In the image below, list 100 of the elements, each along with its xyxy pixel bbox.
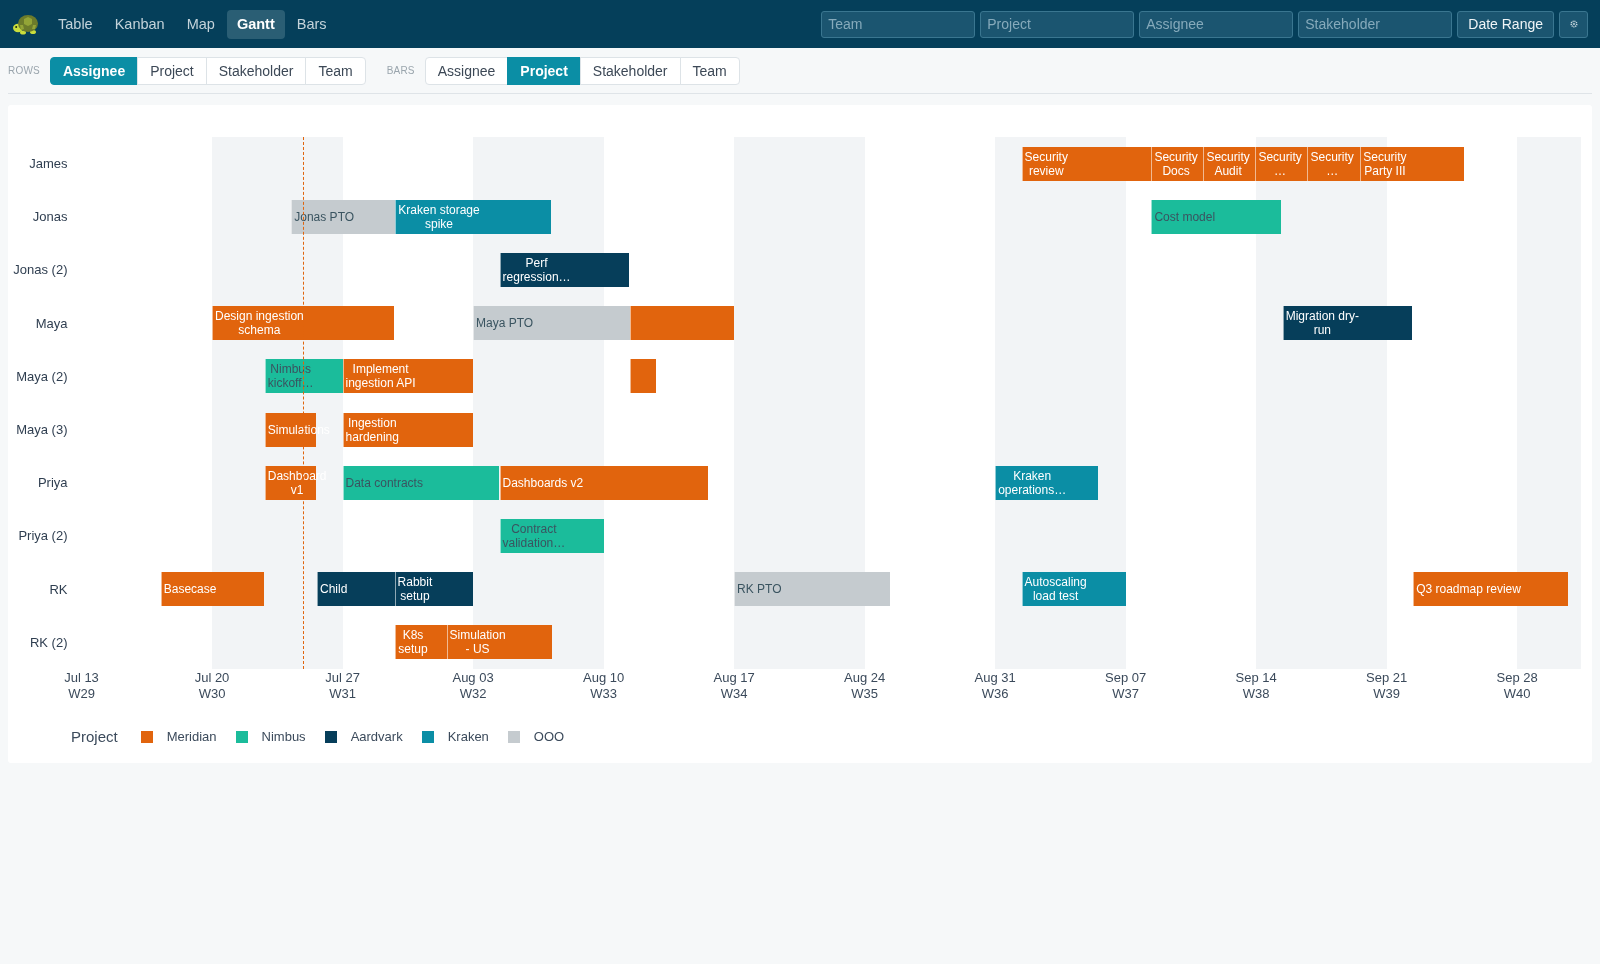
task-label: Security Docs: [1154, 149, 1198, 178]
axis-week-label: W30: [198, 685, 226, 702]
axis-week-label: W34: [720, 685, 748, 702]
settings-button[interactable]: [1559, 10, 1588, 38]
filter-input[interactable]: Stakeholder: [1298, 10, 1453, 38]
task-bar[interactable]: Child: [317, 572, 395, 607]
nav-tab[interactable]: Gantt: [226, 9, 285, 39]
segment-button[interactable]: Team: [679, 56, 740, 85]
task-label: Security Audit: [1206, 149, 1250, 178]
task-bar[interactable]: Cost model: [1151, 199, 1281, 234]
legend-label: Meridian: [166, 729, 217, 745]
axis-week-label: W39: [1373, 685, 1401, 702]
axis-week-label: W29: [68, 685, 95, 702]
task-bar[interactable]: Security Audit: [1203, 146, 1256, 181]
axis-date-label: Sep 28: [1496, 669, 1538, 686]
task-bar[interactable]: Migration dry- run: [1282, 306, 1413, 341]
task-bar[interactable]: Security review: [1021, 146, 1152, 181]
row-label: Jonas (2): [13, 262, 68, 278]
segment-button[interactable]: Project: [507, 56, 581, 85]
date-range-button[interactable]: Date Range: [1457, 10, 1554, 38]
axis-date-label: Sep 14: [1235, 669, 1277, 686]
segment-button[interactable]: Team: [305, 56, 366, 85]
task-label: Q3 roadmap review: [1416, 582, 1521, 597]
task-bar[interactable]: RK PTO: [734, 572, 891, 607]
axis-week-label: W40: [1503, 685, 1531, 702]
filter-input[interactable]: Assignee: [1139, 10, 1294, 38]
gear-icon: [1569, 20, 1578, 28]
task-bar[interactable]: Basecase: [160, 572, 265, 607]
row-label: Priya: [37, 475, 68, 491]
task-label: Nimbus kickoff…: [267, 362, 314, 391]
task-bar[interactable]: Simulation - US: [446, 625, 552, 660]
nav-tab[interactable]: Table: [48, 9, 103, 39]
task-bar[interactable]: Ingestion hardening: [342, 412, 474, 447]
axis-date-label: Aug 17: [713, 669, 755, 686]
segment-button[interactable]: Assignee: [49, 56, 139, 85]
nav-tab[interactable]: Bars: [286, 9, 337, 39]
row-label: James: [29, 156, 68, 172]
task-bar[interactable]: K8s setup: [395, 625, 447, 660]
task-bar[interactable]: Design ingestion schema: [212, 306, 394, 341]
task-bar[interactable]: Implement ingestion API: [342, 359, 474, 394]
task-bar[interactable]: Security Docs: [1151, 146, 1204, 181]
task-label: K8s setup: [398, 628, 428, 657]
task-label: Implement ingestion API: [345, 362, 416, 391]
task-label: Maya PTO: [476, 316, 534, 331]
task-bar[interactable]: Dashboards v2: [499, 465, 708, 500]
filter-input[interactable]: Team: [821, 10, 976, 38]
axis-date-label: Sep 21: [1366, 669, 1408, 686]
task-bar[interactable]: Jonas PTO: [291, 199, 396, 234]
row-label: Jonas: [32, 209, 68, 225]
task-bar[interactable]: Contract validation…: [499, 518, 604, 553]
task-bar[interactable]: [630, 306, 735, 341]
task-bar[interactable]: Security …: [1307, 146, 1361, 181]
task-label: Perf regression…: [502, 255, 571, 284]
task-bar[interactable]: [630, 359, 656, 394]
task-bar[interactable]: Autoscaling load test: [1021, 572, 1126, 607]
task-bar[interactable]: Rabbit setup: [394, 572, 474, 607]
task-bar[interactable]: Nimbus kickoff…: [264, 359, 343, 394]
task-label: Kraken operations…: [998, 468, 1067, 497]
axis-date-label: Sep 07: [1105, 669, 1147, 686]
axis-date-label: Aug 31: [974, 669, 1016, 686]
task-label: Ingestion hardening: [345, 415, 399, 444]
task-label: Simulation - US: [449, 628, 506, 657]
task-bar[interactable]: Data contracts: [342, 465, 499, 500]
task-label: Rabbit setup: [397, 575, 433, 604]
task-label: Migration dry- run: [1285, 309, 1359, 338]
nav-tab[interactable]: Kanban: [104, 9, 175, 39]
task-label: Security Party III: [1363, 149, 1407, 178]
row-label: Maya (2): [16, 368, 68, 384]
segment-button[interactable]: Assignee: [424, 56, 509, 85]
task-label: Dashboards v2: [502, 475, 584, 490]
task-label: Design ingestion schema: [215, 309, 304, 338]
axis-date-label: Aug 03: [452, 669, 494, 686]
axis-week-label: W35: [851, 685, 878, 702]
task-bar[interactable]: Kraken storage spike: [395, 199, 551, 234]
legend-title: Project: [71, 728, 118, 746]
task-bar[interactable]: Perf regression…: [499, 252, 630, 287]
axis-week-label: W32: [459, 685, 487, 702]
legend-label: Nimbus: [261, 729, 306, 745]
row-label: Priya (2): [18, 528, 68, 544]
axis-date-label: Jul 20: [194, 669, 230, 686]
task-label: Contract validation…: [502, 521, 566, 550]
row-label: Maya (3): [16, 422, 68, 438]
row-label: Maya: [35, 315, 68, 331]
legend-label: Aardvark: [350, 729, 403, 745]
axis-date-label: Aug 24: [844, 669, 886, 686]
axis-date-label: Jul 27: [325, 669, 360, 686]
task-bar[interactable]: Maya PTO: [473, 306, 631, 341]
segment-button[interactable]: Stakeholder: [205, 56, 307, 85]
segment-button[interactable]: Stakeholder: [579, 56, 681, 85]
row-label: RK: [49, 581, 68, 597]
nav-tab[interactable]: Map: [176, 9, 225, 39]
row-label: RK (2): [29, 634, 68, 650]
task-bar[interactable]: Kraken operations…: [995, 465, 1099, 500]
task-bar[interactable]: Security Party III: [1360, 146, 1465, 181]
task-bar[interactable]: Q3 roadmap review: [1413, 572, 1568, 607]
task-bar[interactable]: Security …: [1255, 146, 1308, 181]
task-label: Security review: [1024, 149, 1068, 178]
segment-button[interactable]: Project: [137, 56, 207, 85]
axis-date-label: Jul 13: [64, 669, 99, 686]
filter-input[interactable]: Project: [980, 10, 1135, 38]
